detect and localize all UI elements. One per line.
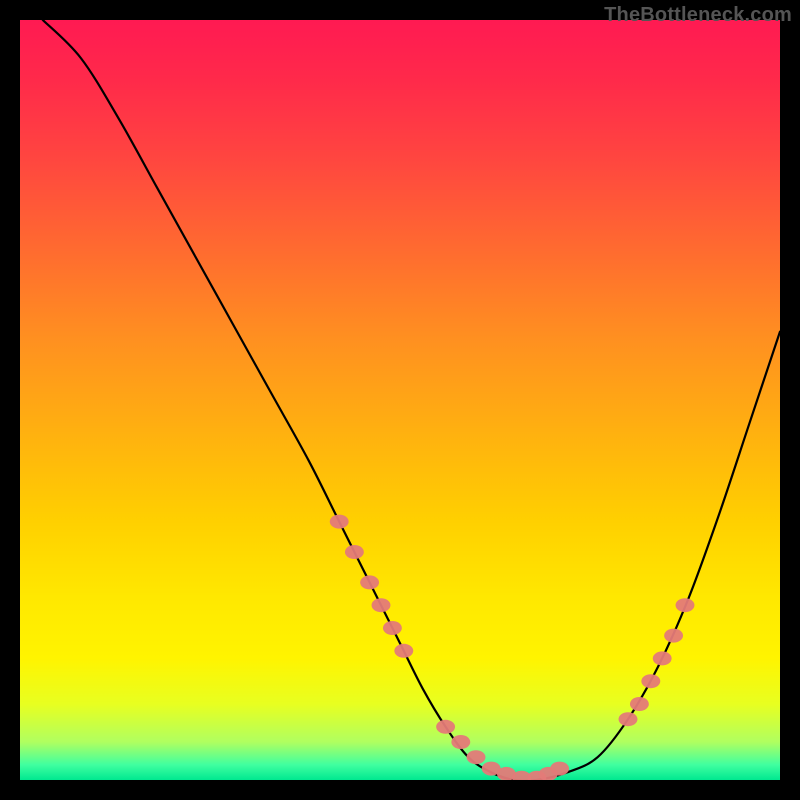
watermark-text: TheBottleneck.com [604,4,792,27]
gradient-plot-background [20,20,780,780]
chart-container: TheBottleneck.com [0,0,800,800]
